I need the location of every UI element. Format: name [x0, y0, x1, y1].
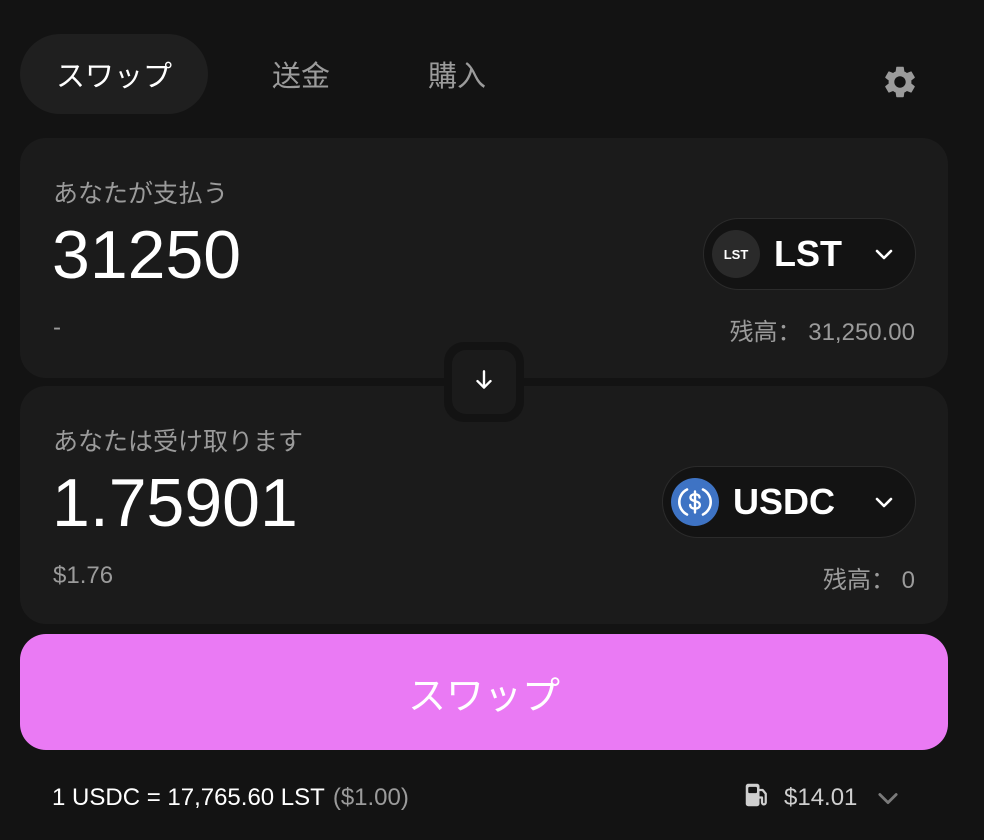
pay-balance: 残高： 31,250.00: [729, 319, 915, 346]
gas-pump-icon: [742, 780, 772, 817]
arrow-down-icon: [471, 367, 497, 397]
gas-fee-toggle[interactable]: $14.01: [742, 776, 903, 820]
chevron-down-icon: [873, 783, 903, 813]
pay-amount-input[interactable]: 31250: [52, 216, 241, 294]
lst-token-logo: LST: [712, 230, 760, 278]
swap-direction-button[interactable]: [444, 342, 524, 422]
receive-token-symbol: USDC: [733, 481, 836, 522]
receive-usd-value: $1.76: [53, 562, 114, 589]
pay-token-symbol: LST: [774, 233, 842, 274]
gas-fee-amount: $14.01: [784, 784, 858, 811]
swap-widget: スワップ 送金 購入 あなたが支払う 31250 - 残高： 31,250.00…: [0, 0, 984, 840]
pay-usd-value: -: [53, 314, 61, 341]
pay-token-selector[interactable]: LST LST: [703, 218, 916, 290]
swap-button[interactable]: スワップ: [20, 634, 948, 750]
exchange-rate-usd: ($1.00): [332, 784, 409, 811]
exchange-rate-text: 1 USDC = 17,765.60 LST: [52, 784, 325, 811]
exchange-rate[interactable]: 1 USDC = 17,765.60 LST ($1.00): [52, 784, 409, 812]
gear-icon[interactable]: [878, 60, 922, 104]
chevron-down-icon: [871, 241, 897, 267]
chevron-down-icon: [871, 489, 897, 515]
tab-send[interactable]: 送金: [240, 34, 362, 114]
tab-swap[interactable]: スワップ: [20, 34, 208, 114]
tab-bar: スワップ 送金 購入: [20, 34, 518, 114]
receive-label: あなたは受け取ります: [53, 427, 304, 456]
receive-balance: 残高： 0: [822, 567, 915, 594]
receive-amount-input[interactable]: 1.75901: [52, 464, 298, 542]
pay-label: あなたが支払う: [53, 179, 229, 208]
tab-buy[interactable]: 購入: [396, 34, 518, 114]
receive-token-selector[interactable]: USDC: [662, 466, 916, 538]
usdc-token-logo: [671, 478, 719, 526]
